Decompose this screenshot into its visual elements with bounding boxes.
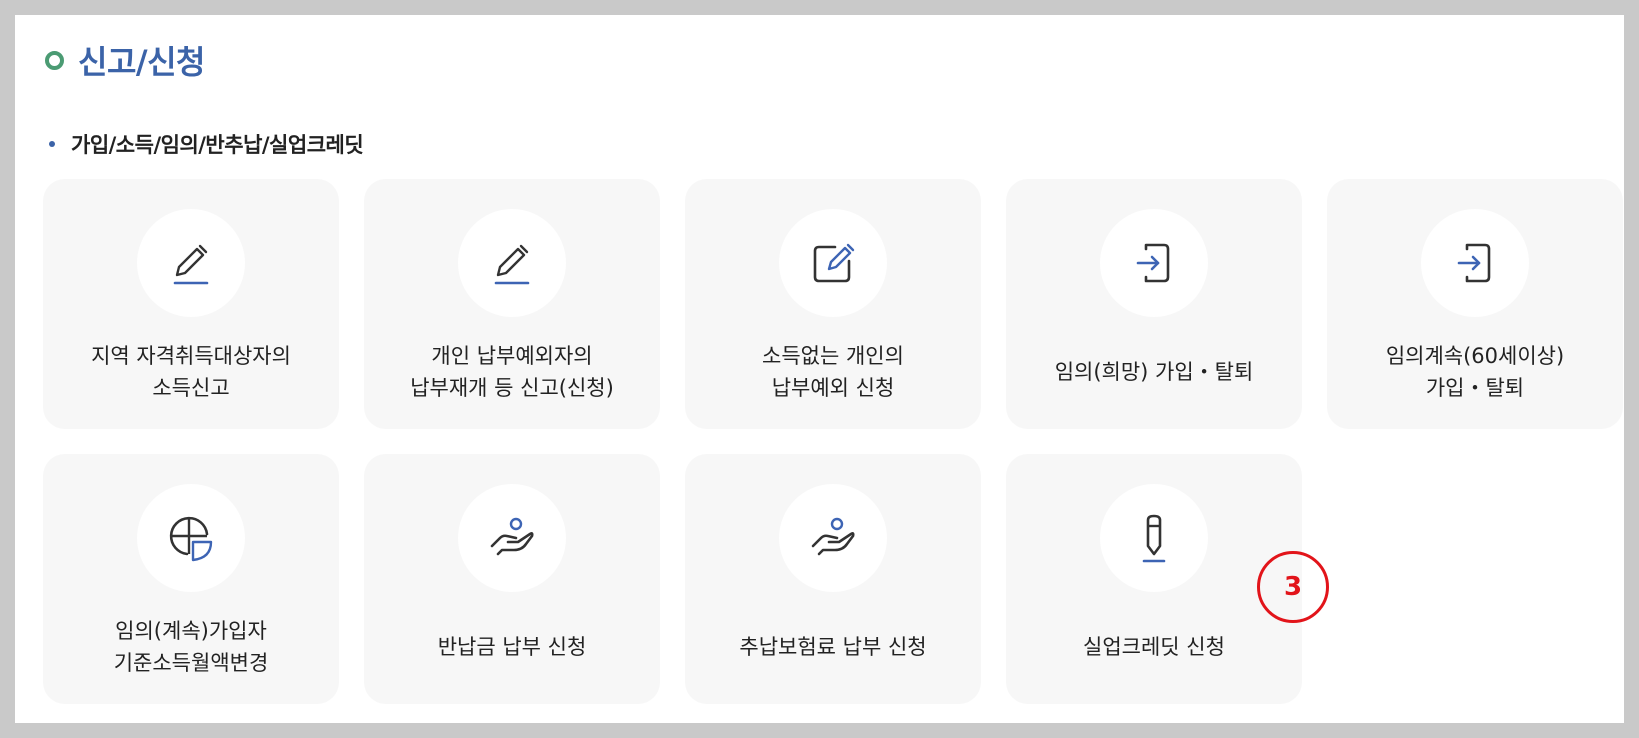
section-title-text: 가입/소득/임의/반추납/실업크레딧 [71, 133, 364, 157]
pencil-icon [494, 244, 530, 285]
card-standard-income-change[interactable]: 임의(계속)가입자 기준소득월액변경 [43, 454, 339, 704]
card-label: 소득없는 개인의 납부예외 신청 [762, 344, 904, 400]
icon-circle [1100, 484, 1208, 592]
page-title: 신고/신청 [45, 37, 205, 83]
card-payment-exemption-request[interactable]: 소득없는 개인의 납부예외 신청 [685, 179, 981, 429]
annotation-number-badge: 3 [1257, 551, 1329, 623]
card-voluntary-join-withdraw[interactable]: 임의(희망) 가입・탈퇴 [1006, 179, 1302, 429]
sign-in-icon [1457, 243, 1491, 283]
card-regional-income-report[interactable]: 지역 자격취득대상자의 소득신고 [43, 179, 339, 429]
globe-pie-icon [169, 516, 213, 562]
card-label: 임의계속(60세이상) 가입・탈퇴 [1385, 344, 1565, 400]
icon-circle [137, 209, 245, 317]
card-additional-payment-request[interactable]: 추납보험료 납부 신청 [685, 454, 981, 704]
icon-circle [1100, 209, 1208, 317]
section-bullet-icon [49, 141, 55, 147]
card-label: 임의(희망) 가입・탈퇴 [1054, 360, 1254, 384]
icon-circle [1421, 209, 1529, 317]
icon-circle [779, 484, 887, 592]
card-payment-resume-report[interactable]: 개인 납부예외자의 납부재개 등 신고(신청) [364, 179, 660, 429]
card-label: 반납금 납부 신청 [437, 635, 587, 659]
icon-circle [458, 209, 566, 317]
card-label: 개인 납부예외자의 납부재개 등 신고(신청) [410, 344, 614, 400]
page-title-text: 신고/신청 [78, 43, 205, 81]
card-label: 임의(계속)가입자 기준소득월액변경 [113, 619, 269, 675]
sign-in-icon [1136, 243, 1170, 283]
edit-square-icon [813, 243, 855, 283]
section-title: 가입/소득/임의/반추납/실업크레딧 [49, 129, 364, 159]
pencil-icon [173, 244, 209, 285]
card-label: 추납보험료 납부 신청 [739, 635, 927, 659]
icon-circle [458, 484, 566, 592]
card-label: 지역 자격취득대상자의 소득신고 [91, 344, 291, 400]
icon-circle [137, 484, 245, 592]
card-refund-payment-request[interactable]: 반납금 납부 신청 [364, 454, 660, 704]
hand-person-icon [811, 517, 855, 556]
card-label: 실업크레딧 신청 [1083, 635, 1225, 659]
content-panel: 신고/신청 가입/소득/임의/반추납/실업크레딧 지역 자격취득대상자의 소득신… [15, 15, 1624, 723]
hand-person-icon [490, 517, 534, 556]
title-bullet-icon [45, 50, 64, 70]
pen-icon [1142, 514, 1166, 563]
card-voluntary-continued-join-withdraw[interactable]: 임의계속(60세이상) 가입・탈퇴 [1327, 179, 1623, 429]
icon-circle [779, 209, 887, 317]
